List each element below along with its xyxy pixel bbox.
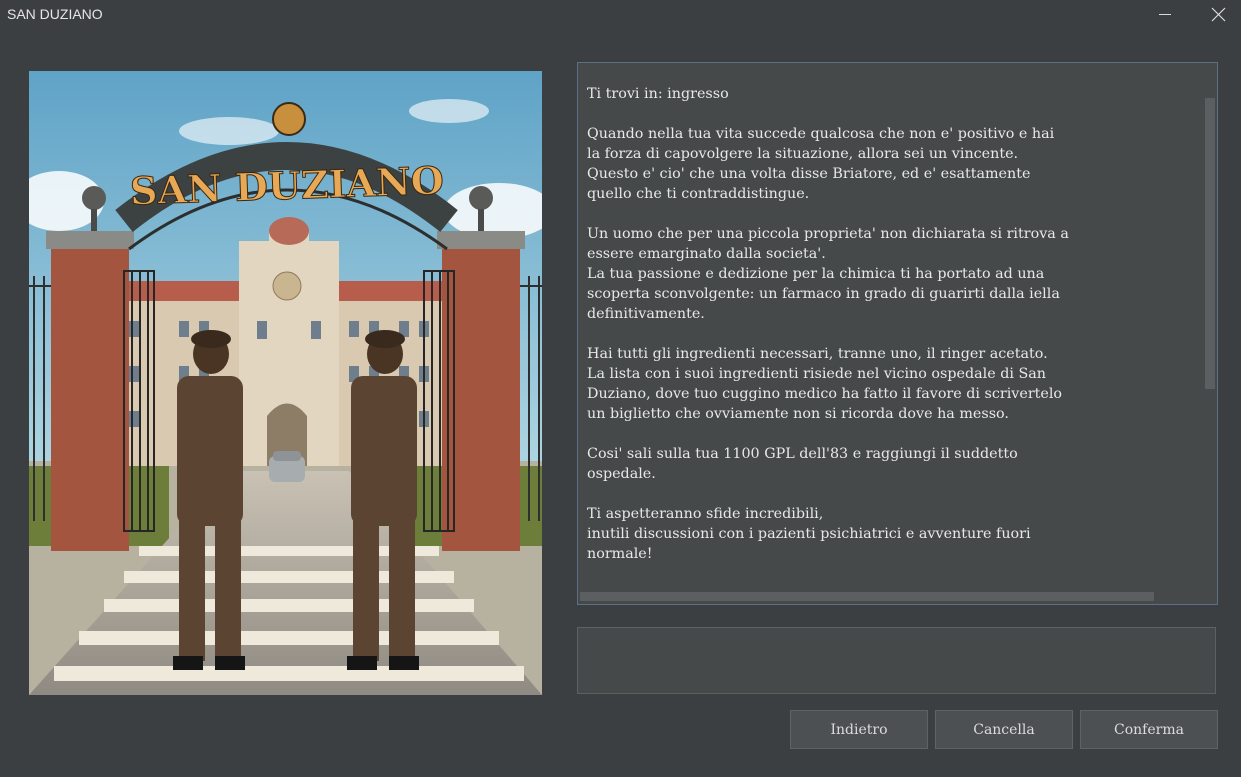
story-text-area[interactable]: Ti trovi in: ingresso Quando nella tua v… <box>577 62 1218 605</box>
vertical-scrollbar[interactable] <box>1203 63 1217 590</box>
scene-image: SAN DUZIANO <box>29 71 542 695</box>
horizontal-scrollbar-thumb[interactable] <box>580 592 1154 601</box>
window-title: SAN DUZIANO <box>7 6 103 22</box>
confirm-button[interactable]: Conferma <box>1080 710 1218 749</box>
command-input[interactable] <box>577 627 1216 694</box>
close-button[interactable] <box>1195 0 1241 30</box>
story-text: Ti trovi in: ingresso Quando nella tua v… <box>587 86 1069 562</box>
minimize-button[interactable] <box>1142 0 1188 30</box>
clear-button[interactable]: Cancella <box>935 710 1073 749</box>
minimize-icon <box>1159 14 1171 15</box>
back-button[interactable]: Indietro <box>790 710 928 749</box>
horizontal-scrollbar[interactable] <box>578 590 1217 604</box>
vertical-scrollbar-thumb[interactable] <box>1205 98 1215 389</box>
title-bar: SAN DUZIANO <box>0 0 1241 30</box>
close-icon <box>1211 7 1226 22</box>
